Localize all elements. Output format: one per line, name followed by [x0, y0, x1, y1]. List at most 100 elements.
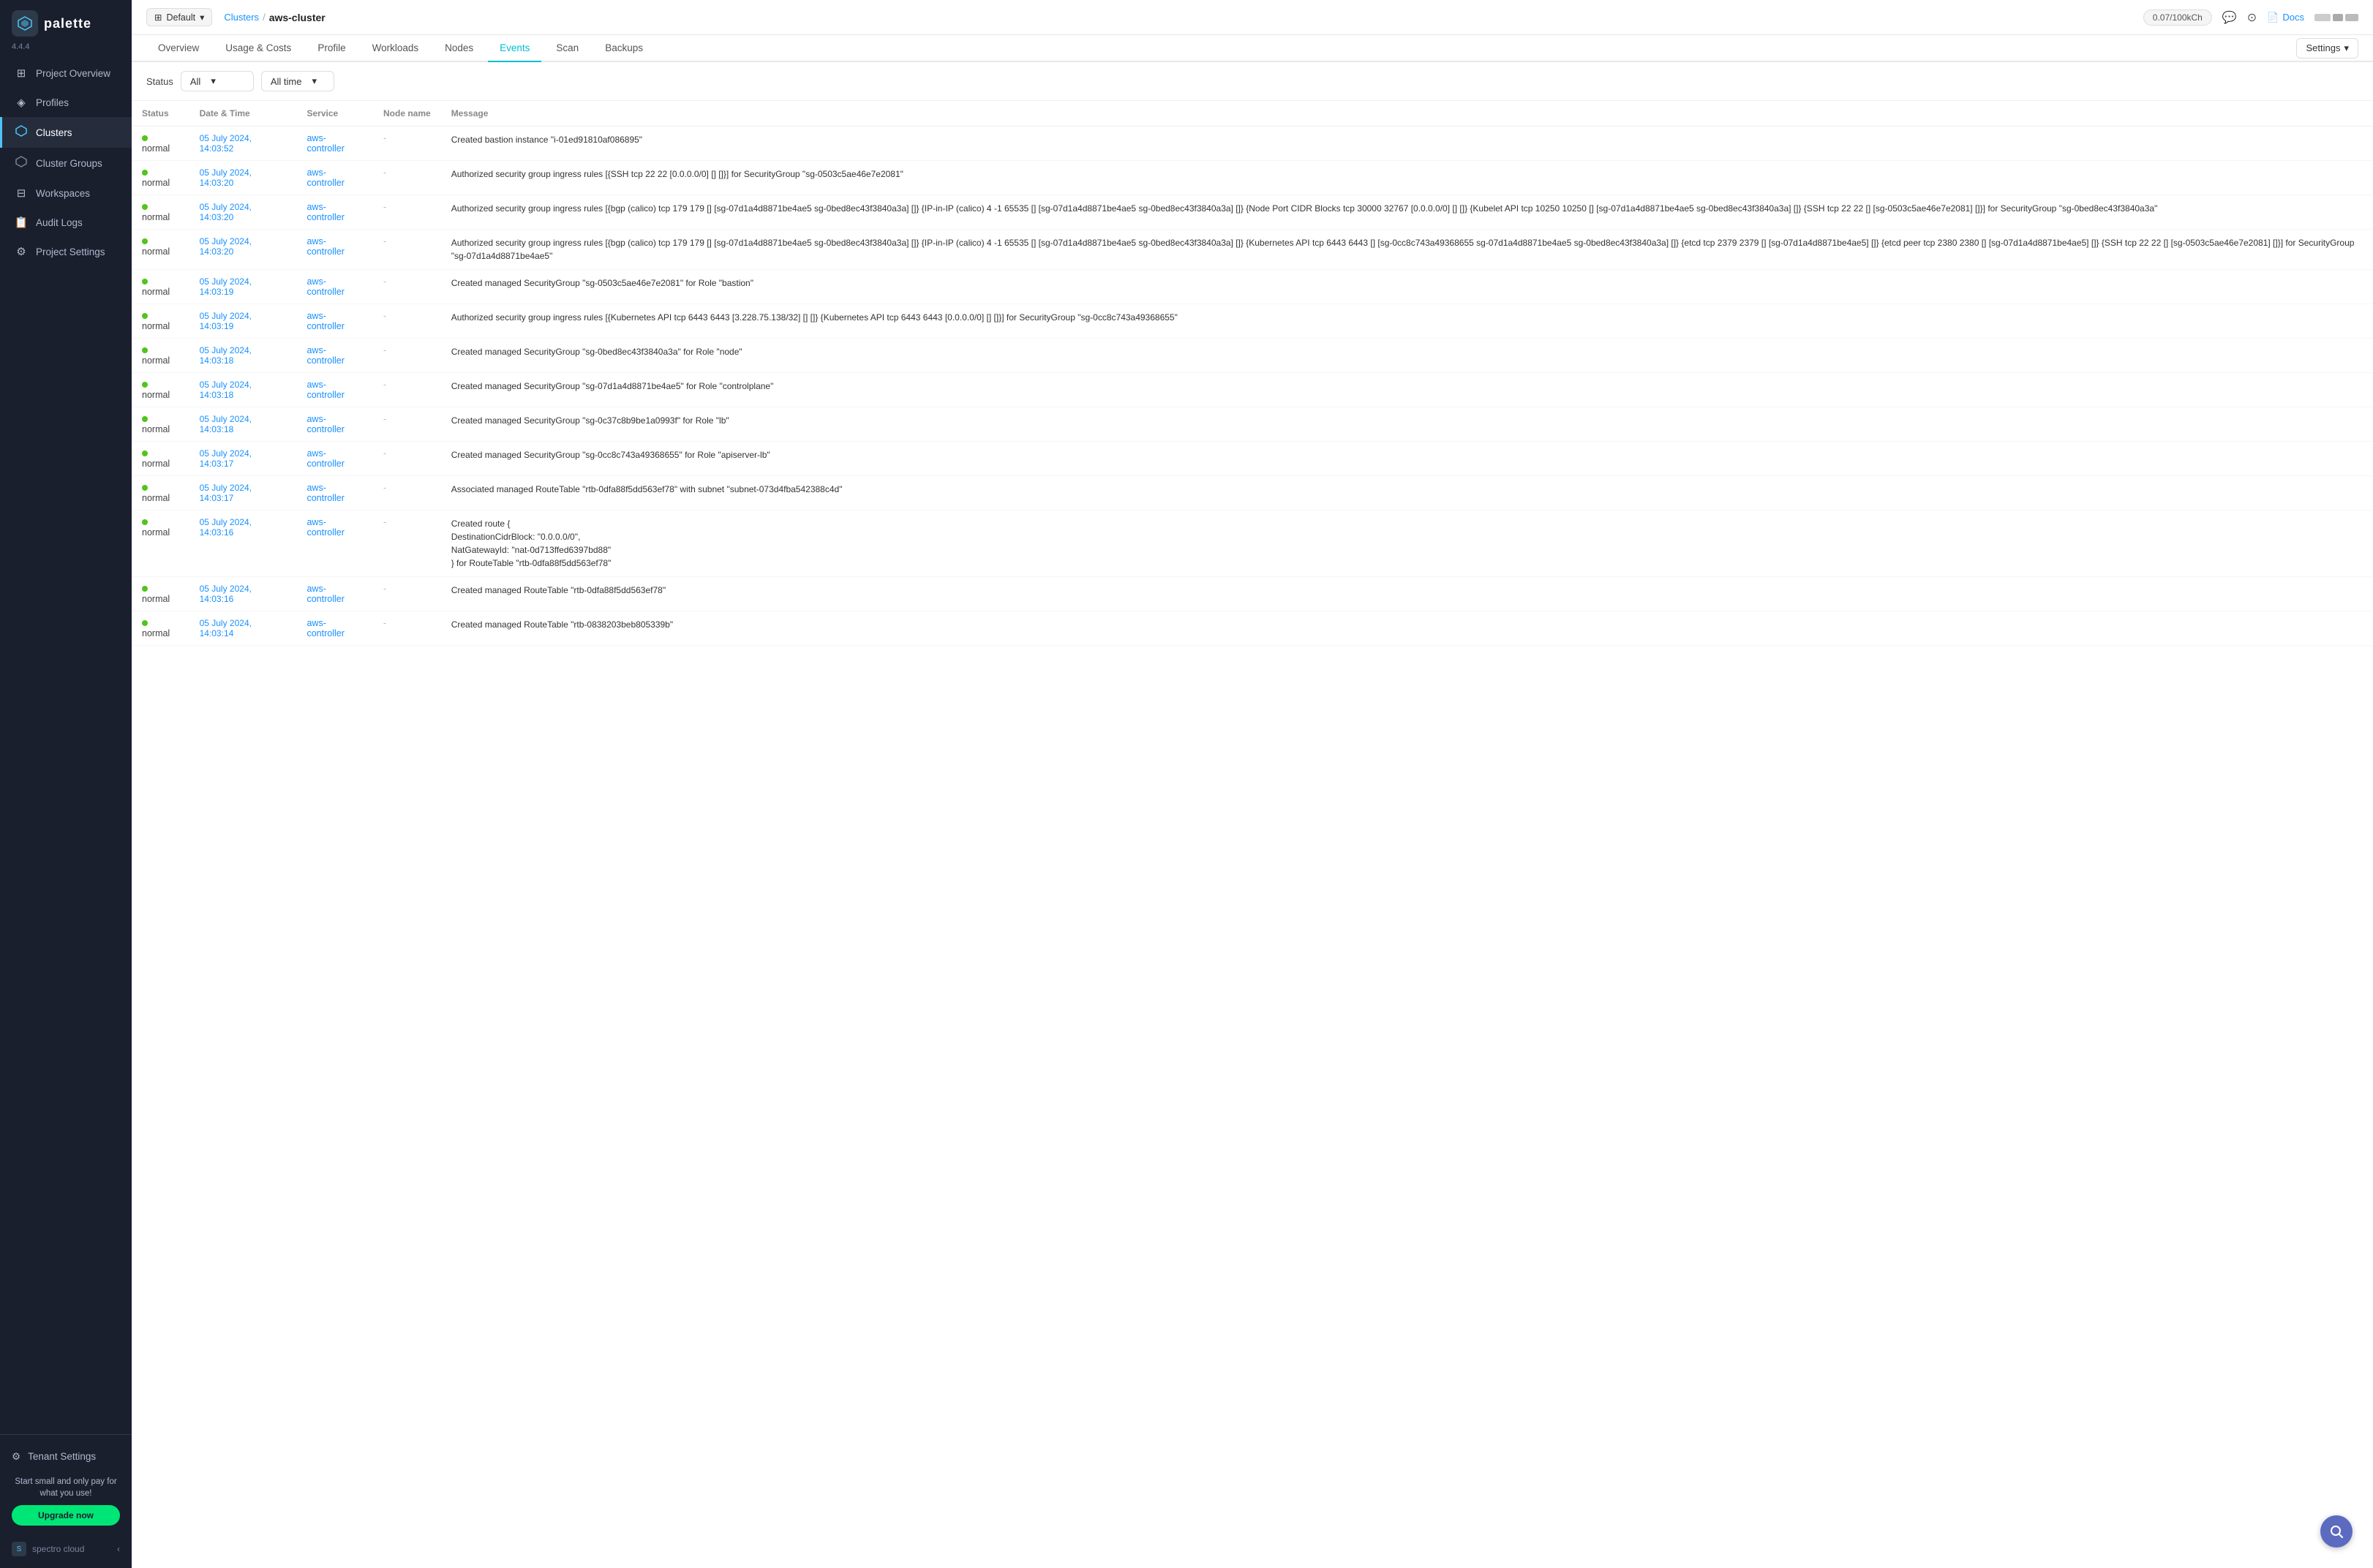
datetime-link[interactable]: 05 July 2024, 14:03:17 — [200, 483, 252, 503]
cell-message: Created managed SecurityGroup "sg-0bed8e… — [441, 339, 2373, 373]
service-link[interactable]: aws-controller — [307, 414, 344, 434]
events-table: Status Date & Time Service Node name Mes… — [132, 101, 2373, 646]
sidebar-item-cluster-groups[interactable]: Cluster Groups — [0, 148, 132, 178]
message-text: Authorized security group ingress rules … — [451, 167, 2363, 181]
tab-profile[interactable]: Profile — [306, 35, 357, 62]
upgrade-button[interactable]: Upgrade now — [12, 1505, 120, 1526]
datetime-link[interactable]: 05 July 2024, 14:03:20 — [200, 202, 252, 222]
tab-workloads[interactable]: Workloads — [361, 35, 431, 62]
tab-overview[interactable]: Overview — [146, 35, 211, 62]
scroll-fab[interactable] — [2320, 1515, 2353, 1548]
settings-button[interactable]: Settings ▾ — [2296, 38, 2358, 59]
message-text: Created route { DestinationCidrBlock: "0… — [451, 517, 2363, 570]
service-link[interactable]: aws-controller — [307, 311, 344, 331]
tab-events[interactable]: Events — [488, 35, 541, 62]
node-value: - — [383, 202, 386, 212]
cell-nodename: - — [373, 577, 441, 611]
status-label: normal — [142, 493, 170, 503]
datetime-link[interactable]: 05 July 2024, 14:03:18 — [200, 345, 252, 366]
sidebar-item-profiles[interactable]: ◈ Profiles — [0, 88, 132, 117]
sidebar-item-project-overview[interactable]: ⊞ Project Overview — [0, 59, 132, 88]
collapse-icon: ‹ — [117, 1544, 120, 1554]
status-label: normal — [142, 594, 170, 604]
service-link[interactable]: aws-controller — [307, 517, 344, 538]
service-link[interactable]: aws-controller — [307, 345, 344, 366]
status-dot — [142, 170, 148, 176]
tab-scan[interactable]: Scan — [544, 35, 590, 62]
service-link[interactable]: aws-controller — [307, 380, 344, 400]
chat-icon[interactable]: 💬 — [2222, 10, 2237, 25]
cell-service: aws-controller — [296, 577, 373, 611]
tab-backups[interactable]: Backups — [593, 35, 655, 62]
datetime-link[interactable]: 05 July 2024, 14:03:20 — [200, 236, 252, 257]
datetime-link[interactable]: 05 July 2024, 14:03:14 — [200, 618, 252, 638]
service-link[interactable]: aws-controller — [307, 276, 344, 297]
upgrade-box: Start small and only pay for what you us… — [12, 1470, 120, 1534]
sidebar-item-label: Project Settings — [36, 246, 105, 257]
table-row: normal 05 July 2024, 14:03:20 aws-controll… — [132, 230, 2373, 270]
spectro-logo[interactable]: S spectro cloud ‹ — [12, 1534, 120, 1559]
service-link[interactable]: aws-controller — [307, 448, 344, 469]
datetime-link[interactable]: 05 July 2024, 14:03:18 — [200, 414, 252, 434]
cell-nodename: - — [373, 270, 441, 304]
status-label: normal — [142, 178, 170, 188]
tab-usage-costs[interactable]: Usage & Costs — [214, 35, 303, 62]
cell-message: Authorized security group ingress rules … — [441, 195, 2373, 230]
status-filter-select[interactable]: All ▾ — [181, 71, 254, 91]
cell-status: normal — [132, 577, 189, 611]
tab-nodes[interactable]: Nodes — [433, 35, 485, 62]
sidebar-item-label: Profiles — [36, 97, 69, 108]
cell-status: normal — [132, 161, 189, 195]
table-row: normal05 July 2024, 14:03:14aws-controll… — [132, 611, 2373, 646]
service-link[interactable]: aws-controller — [307, 618, 344, 638]
cell-service: aws-controller — [296, 373, 373, 407]
datetime-link[interactable]: 05 July 2024, 14:03:16 — [200, 517, 252, 538]
avatar-bar1 — [2314, 14, 2331, 21]
table-row: normal05 July 2024, 14:03:20aws-controll… — [132, 195, 2373, 230]
message-text: Authorized security group ingress rules … — [451, 202, 2363, 215]
breadcrumb-clusters-link[interactable]: Clusters — [224, 12, 259, 23]
node-value: - — [383, 276, 386, 287]
user-avatar-area — [2314, 14, 2358, 21]
cell-message: Created managed SecurityGroup "sg-0c37c8… — [441, 407, 2373, 442]
usage-pill: 0.07/100kCh — [2143, 10, 2212, 26]
datetime-link[interactable]: 05 July 2024, 14:03:19 — [200, 276, 252, 297]
time-filter-select[interactable]: All time ▾ — [261, 71, 334, 91]
table-row: normal 05 July 2024, 14:03:18 aws-controll… — [132, 373, 2373, 407]
cell-datetime: 05 July 2024, 14:03:18 — [189, 407, 297, 442]
datetime-link[interactable]: 05 July 2024, 14:03:16 — [200, 584, 252, 604]
datetime-link[interactable]: 05 July 2024, 14:03:20 — [200, 167, 252, 188]
sidebar-logo: palette — [0, 0, 132, 41]
table-row: normal 05 July 2024, 14:03:19 aws-controll… — [132, 304, 2373, 339]
message-text: Associated managed RouteTable "rtb-0dfa8… — [451, 483, 2363, 496]
service-link[interactable]: aws-controller — [307, 236, 344, 257]
help-icon[interactable]: ⊙ — [2247, 10, 2257, 25]
cell-message: Created managed RouteTable "rtb-0838203b… — [441, 611, 2373, 646]
message-text: Created managed RouteTable "rtb-0838203b… — [451, 618, 2363, 631]
sidebar-item-clusters[interactable]: Clusters — [0, 117, 132, 148]
sidebar-item-audit-logs[interactable]: 📋 Audit Logs — [0, 208, 132, 237]
datetime-link[interactable]: 05 July 2024, 14:03:17 — [200, 448, 252, 469]
sidebar-item-project-settings[interactable]: ⚙ Project Settings — [0, 237, 132, 266]
datetime-link[interactable]: 05 July 2024, 14:03:52 — [200, 133, 252, 154]
tenant-settings-label: Tenant Settings — [28, 1451, 96, 1462]
cell-status: normal — [132, 230, 189, 270]
cluster-groups-icon — [14, 156, 29, 170]
service-link[interactable]: aws-controller — [307, 584, 344, 604]
cell-status: normal — [132, 373, 189, 407]
tabbar: Overview Usage & Costs Profile Workloads… — [132, 35, 2373, 62]
node-value: - — [383, 133, 386, 143]
datetime-link[interactable]: 05 July 2024, 14:03:18 — [200, 380, 252, 400]
sidebar-item-workspaces[interactable]: ⊟ Workspaces — [0, 178, 132, 208]
service-link[interactable]: aws-controller — [307, 133, 344, 154]
tenant-settings-item[interactable]: ⚙ Tenant Settings — [12, 1444, 120, 1470]
service-link[interactable]: aws-controller — [307, 483, 344, 503]
service-link[interactable]: aws-controller — [307, 202, 344, 222]
datetime-link[interactable]: 05 July 2024, 14:03:19 — [200, 311, 252, 331]
cell-nodename: - — [373, 304, 441, 339]
docs-button[interactable]: 📄 Docs — [2267, 12, 2304, 23]
status-label: normal — [142, 321, 170, 331]
env-selector[interactable]: ⊞ Default ▾ — [146, 8, 212, 26]
service-link[interactable]: aws-controller — [307, 167, 344, 188]
cell-nodename: - — [373, 476, 441, 510]
